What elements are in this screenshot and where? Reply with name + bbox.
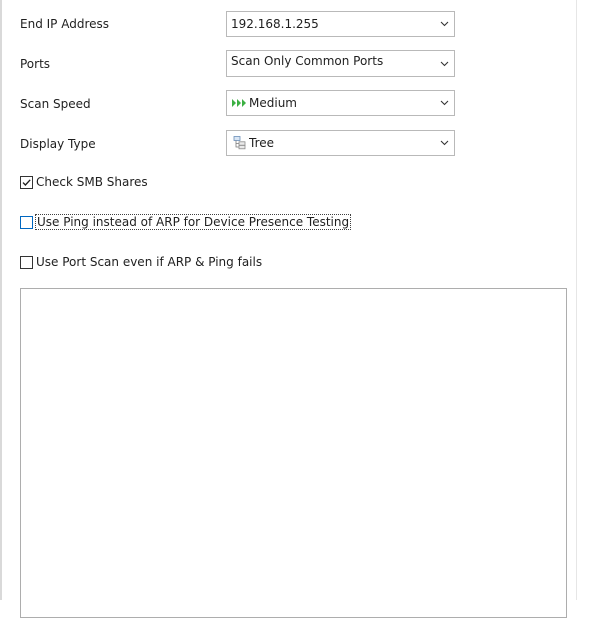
check-smb-shares-checkbox[interactable]	[20, 175, 33, 189]
use-port-scan-label: Use Port Scan even if ARP & Ping fails	[36, 255, 263, 269]
end-ip-address-label: End IP Address	[20, 17, 109, 31]
end-ip-address-combobox[interactable]: 192.168.1.255	[226, 11, 455, 37]
chevron-down-icon[interactable]	[434, 131, 454, 155]
scan-speed-label: Scan Speed	[20, 97, 91, 111]
scan-speed-value: Medium	[249, 96, 297, 110]
ports-label: Ports	[20, 57, 51, 71]
end-ip-address-value: 192.168.1.255	[231, 17, 319, 31]
check-smb-shares-option[interactable]: Check SMB Shares	[20, 175, 148, 189]
scan-speed-combobox[interactable]: Medium	[226, 90, 455, 116]
use-ping-checkbox[interactable]	[20, 215, 33, 229]
chevron-down-icon[interactable]	[434, 91, 454, 115]
scan-settings-panel: End IP Address 192.168.1.255 Ports Scan …	[0, 0, 591, 618]
use-port-scan-option[interactable]: Use Port Scan even if ARP & Ping fails	[20, 255, 262, 269]
display-type-label: Display Type	[20, 137, 96, 151]
use-port-scan-checkbox[interactable]	[20, 255, 33, 269]
ports-value: Scan Only Common Ports	[231, 54, 384, 68]
ports-combobox[interactable]: Scan Only Common Ports	[226, 50, 455, 77]
chevron-down-icon[interactable]	[434, 52, 454, 76]
window-left-edge	[0, 0, 2, 600]
chevron-down-icon[interactable]	[434, 12, 454, 36]
display-type-combobox[interactable]: Tree	[226, 130, 455, 156]
check-smb-shares-label: Check SMB Shares	[36, 175, 148, 189]
speed-arrows-icon	[232, 96, 246, 110]
use-ping-option[interactable]: Use Ping instead of ARP for Device Prese…	[20, 214, 352, 230]
use-ping-label: Use Ping instead of ARP for Device Prese…	[34, 214, 352, 230]
results-list-box[interactable]	[20, 288, 567, 618]
display-type-value: Tree	[249, 136, 275, 150]
panel-right-divider	[576, 0, 577, 600]
tree-view-icon	[232, 136, 246, 150]
